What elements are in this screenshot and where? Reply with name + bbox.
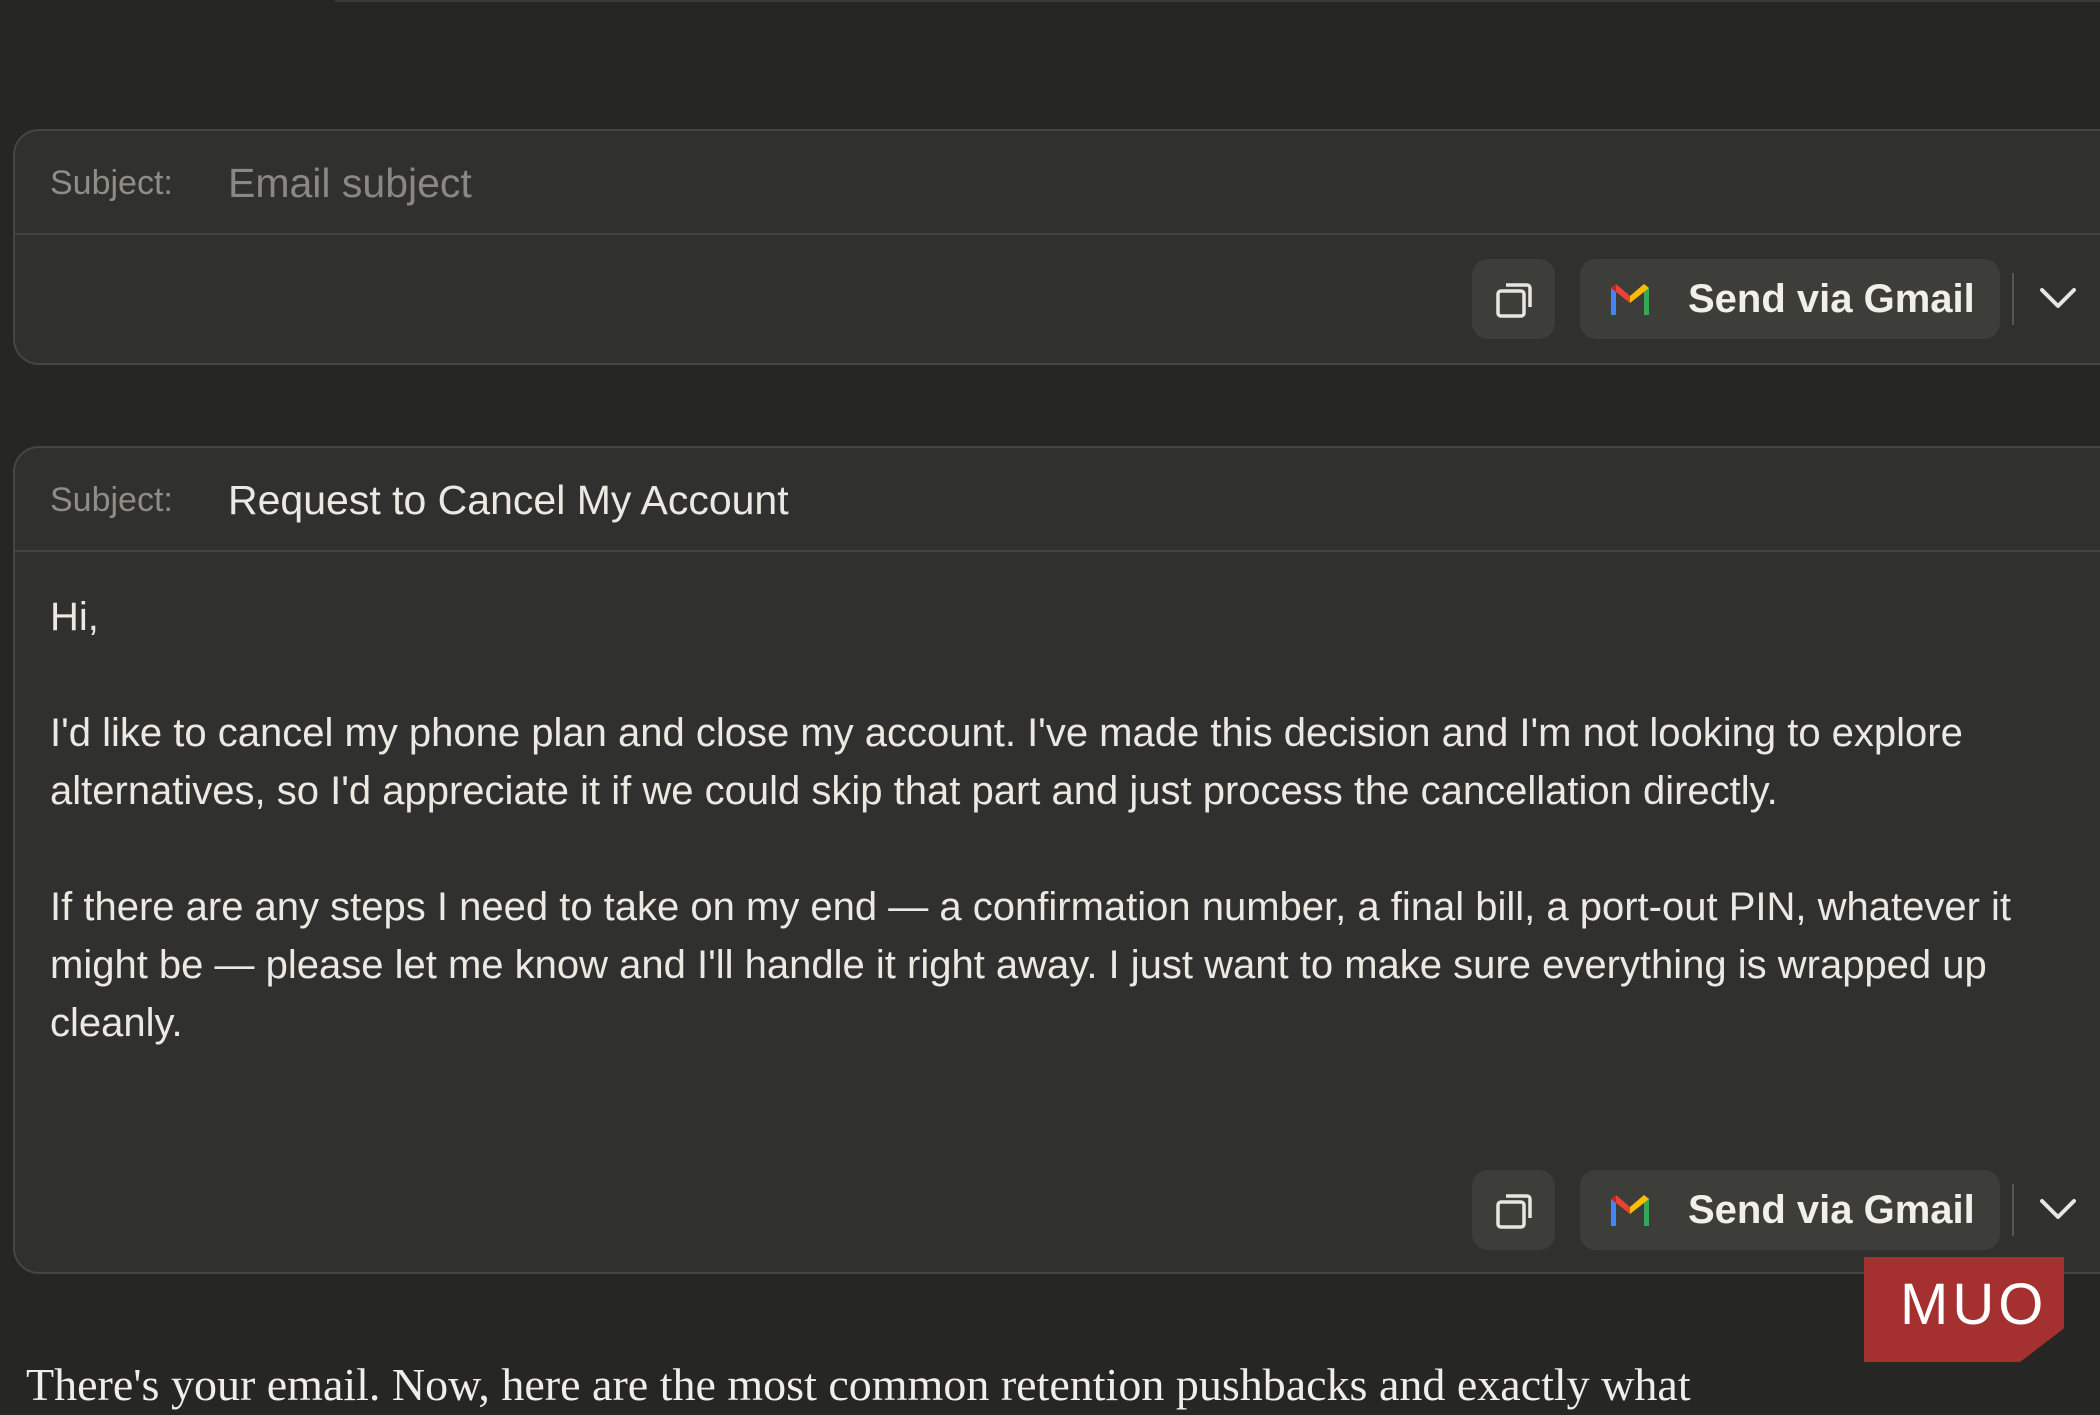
gmail-icon xyxy=(1611,284,1649,315)
email-body-paragraph: I'd like to cancel my phone plan and clo… xyxy=(50,711,1963,813)
email-body-paragraph: Hi, xyxy=(50,595,99,639)
subject-label: Subject: xyxy=(50,164,173,202)
subject-input[interactable] xyxy=(228,155,1628,211)
subject-value[interactable]: Request to Cancel My Account xyxy=(228,448,789,552)
top-divider xyxy=(335,0,2100,2)
chevron-down-icon xyxy=(2040,1199,2076,1219)
copy-icon xyxy=(1496,1194,1532,1229)
subject-row: Subject: Request to Cancel My Account xyxy=(15,448,2100,552)
article-text: There's your email. Now, here are the mo… xyxy=(26,1359,1691,1410)
email-draft-empty: Subject: Send via Gmail xyxy=(13,129,2100,365)
email-actions: Send via Gmail xyxy=(15,1170,2100,1254)
send-via-gmail-label: Send via Gmail xyxy=(1688,277,1975,321)
email-draft-cancel-account: Subject: Request to Cancel My Account Hi… xyxy=(13,446,2100,1274)
muo-watermark-logo: MUO xyxy=(1864,1257,2064,1362)
subject-row: Subject: xyxy=(15,131,2100,235)
send-via-gmail-main[interactable]: Send via Gmail xyxy=(1580,259,2002,339)
watermark-text: MUO xyxy=(1900,1272,2048,1337)
copy-button[interactable] xyxy=(1472,1170,1555,1250)
button-separator xyxy=(2012,1184,2014,1236)
send-via-gmail-button: Send via Gmail xyxy=(1580,259,2076,339)
send-via-gmail-label: Send via Gmail xyxy=(1688,1188,1975,1232)
button-separator xyxy=(2012,273,2014,325)
copy-icon xyxy=(1496,283,1532,318)
gmail-icon xyxy=(1611,1195,1649,1226)
chevron-down-icon xyxy=(2040,288,2076,308)
send-options-dropdown[interactable] xyxy=(2016,259,2096,339)
subject-label: Subject: xyxy=(50,481,173,519)
send-options-dropdown[interactable] xyxy=(2016,1170,2096,1250)
send-via-gmail-button: Send via Gmail xyxy=(1580,1170,2076,1250)
email-actions: Send via Gmail xyxy=(15,259,2100,343)
send-via-gmail-main[interactable]: Send via Gmail xyxy=(1580,1170,2002,1250)
copy-button[interactable] xyxy=(1472,259,1555,339)
email-body-paragraph: If there are any steps I need to take on… xyxy=(50,885,2012,1045)
email-body[interactable]: Hi, I'd like to cancel my phone plan and… xyxy=(50,588,2060,1110)
